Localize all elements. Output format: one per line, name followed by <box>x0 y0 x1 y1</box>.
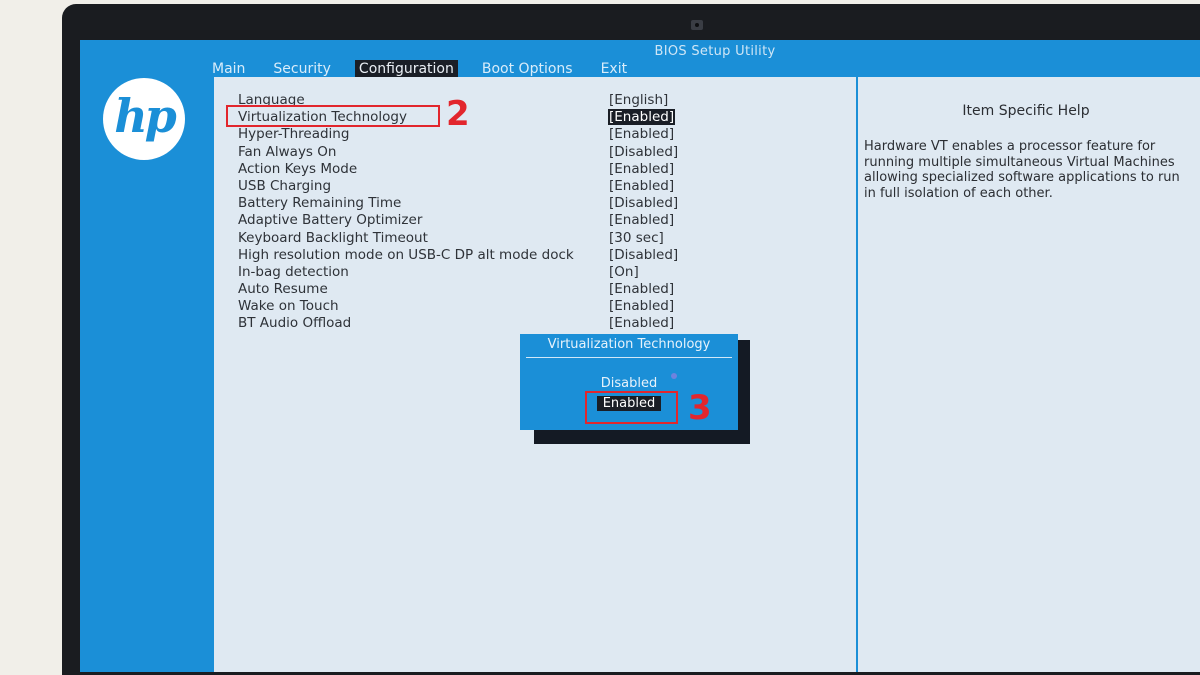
menu-security[interactable]: Security <box>269 60 335 78</box>
bios-title: BIOS Setup Utility <box>654 44 776 59</box>
value-bt-audio-offload[interactable]: [Enabled] <box>608 315 788 332</box>
bios-menu-bar: Main Security Configuration Boot Options… <box>208 60 651 78</box>
value-action-keys-mode[interactable]: [Enabled] <box>608 161 788 178</box>
value-fan-always-on[interactable]: [Disabled] <box>608 144 788 161</box>
annotation-number-2: 2 <box>446 94 470 134</box>
value-virtualization-technology[interactable]: [Enabled] <box>608 109 788 126</box>
webcam-icon <box>691 20 703 30</box>
menu-configuration[interactable]: Configuration <box>354 60 458 78</box>
annotation-box-step-2 <box>226 105 440 127</box>
help-text: Hardware VT enables a processor feature … <box>864 139 1180 201</box>
menu-boot-options[interactable]: Boot Options <box>478 60 577 78</box>
menu-main[interactable]: Main <box>208 60 249 78</box>
item-specific-help-panel: Item Specific Help Hardware VT enables a… <box>858 77 1200 672</box>
popup-title: Virtualization Technology <box>547 337 711 352</box>
popup-divider <box>526 357 732 358</box>
help-title: Item Specific Help <box>962 103 1090 119</box>
cursor-dot <box>671 373 677 379</box>
value-in-bag-detection[interactable]: [On] <box>608 264 788 281</box>
value-wake-on-touch[interactable]: [Enabled] <box>608 298 788 315</box>
value-hyper-threading[interactable]: [Enabled] <box>608 126 788 143</box>
hp-logo: hp <box>103 78 185 160</box>
annotation-box-step-3 <box>585 391 678 424</box>
value-usb-charging[interactable]: [Enabled] <box>608 178 788 195</box>
value-language[interactable]: [English] <box>608 92 788 109</box>
value-auto-resume[interactable]: [Enabled] <box>608 281 788 298</box>
menu-exit[interactable]: Exit <box>597 60 632 78</box>
value-battery-remaining-time[interactable]: [Disabled] <box>608 195 788 212</box>
value-high-resolution-mode[interactable]: [Disabled] <box>608 247 788 264</box>
annotation-number-3: 3 <box>688 388 712 428</box>
value-adaptive-battery-optimizer[interactable]: [Enabled] <box>608 212 788 229</box>
settings-values: [English] [Enabled] [Enabled] [Disabled]… <box>608 92 788 333</box>
hp-logo-text: hp <box>114 89 177 143</box>
value-keyboard-backlight-timeout[interactable]: [30 sec] <box>608 230 788 247</box>
